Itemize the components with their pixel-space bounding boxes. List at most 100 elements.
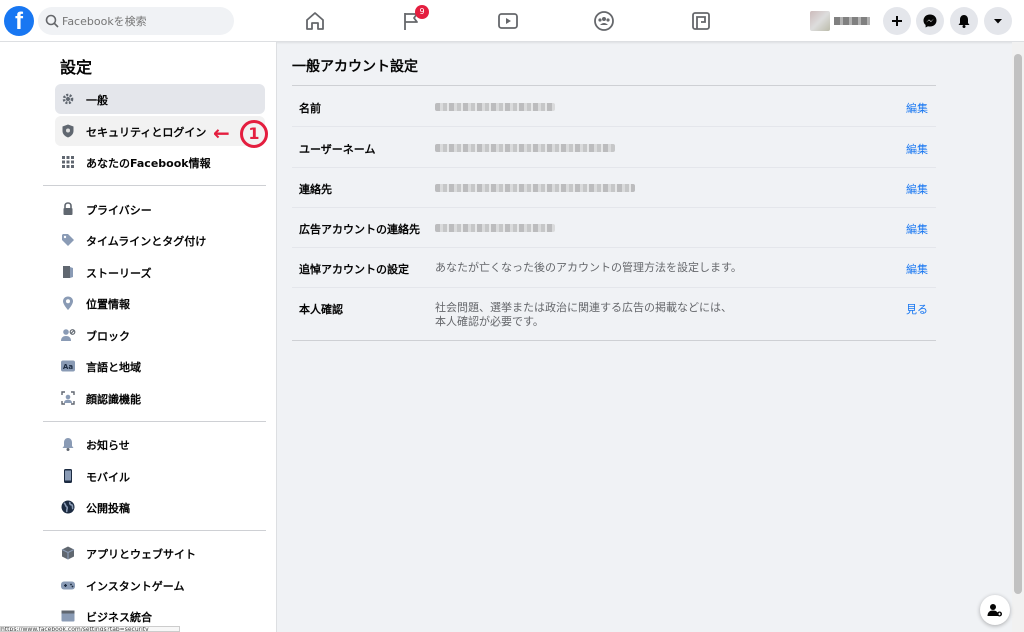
annotation-step-number: 1 [240, 120, 268, 148]
top-navigation-bar: f 9 [0, 0, 1024, 42]
sidebar-item-label: お知らせ [86, 439, 130, 452]
grid-icon [62, 156, 74, 168]
block-user-icon [61, 329, 76, 341]
sidebar-item-privacy[interactable]: プライバシー [55, 194, 265, 224]
settings-row-username[interactable]: ユーザーネーム 編集 [292, 127, 936, 167]
settings-row-memorialization[interactable]: 追悼アカウントの設定 あなたが亡くなった後のアカウントの管理方法を設定します。 … [292, 247, 936, 287]
row-value: あなたが亡くなった後のアカウントの管理方法を設定します。 [435, 261, 742, 274]
search-box[interactable] [38, 7, 234, 35]
language-icon: Aa [61, 360, 75, 372]
page-title: 一般アカウント設定 [292, 59, 418, 75]
section-bottom-divider [292, 340, 936, 341]
sidebar-divider [43, 421, 266, 422]
messenger-button[interactable] [916, 7, 944, 35]
gear-icon [62, 93, 74, 105]
edit-link[interactable]: 編集 [906, 181, 928, 197]
plus-icon [892, 16, 902, 26]
sidebar-item-label: 一般 [86, 94, 108, 107]
sidebar-item-label: ストーリーズ [86, 267, 152, 280]
redacted-value [435, 144, 615, 152]
settings-sidebar: 設定 一般 セキュリティとログイン あなたのFacebook情報 プライバシー … [0, 42, 277, 632]
row-label: 追悼アカウントの設定 [299, 263, 409, 276]
svg-text:Aa: Aa [63, 363, 73, 371]
avatar [810, 11, 830, 31]
sidebar-item-face-recognition[interactable]: 顔認識機能 [55, 383, 265, 413]
game-controller-icon [61, 581, 75, 590]
sidebar-item-language-region[interactable]: Aa 言語と地域 [55, 351, 265, 381]
messenger-icon [923, 14, 937, 28]
profile-name-redacted [834, 17, 870, 25]
sidebar-item-label: セキュリティとログイン [86, 126, 207, 139]
settings-row-identity-confirmation[interactable]: 本人確認 社会問題、選挙または政治に関連する広告の掲載などには、本人確認が必要で… [292, 287, 936, 339]
search-icon [45, 14, 59, 28]
home-icon[interactable] [302, 8, 328, 34]
scrollbar-thumb[interactable] [1014, 54, 1022, 594]
annotation-arrow: ← [213, 121, 230, 145]
redacted-value [435, 184, 635, 192]
sidebar-item-label: あなたのFacebook情報 [86, 157, 211, 170]
sidebar-item-stories[interactable]: ストーリーズ [55, 257, 265, 287]
tag-icon [62, 234, 74, 246]
notification-badge: 9 [415, 5, 429, 19]
sidebar-item-notifications[interactable]: お知らせ [55, 429, 265, 459]
sidebar-item-label: 公開投稿 [86, 502, 130, 515]
settings-row-name[interactable]: 名前 編集 [292, 86, 936, 126]
settings-row-contact[interactable]: 連絡先 編集 [292, 167, 936, 207]
account-menu-button[interactable] [984, 7, 1012, 35]
sidebar-item-your-info[interactable]: あなたのFacebook情報 [55, 147, 265, 177]
row-label: 本人確認 [299, 303, 343, 316]
view-link[interactable]: 見る [906, 301, 928, 317]
sidebar-item-blocking[interactable]: ブロック [55, 320, 265, 350]
business-window-icon [61, 610, 75, 622]
location-pin-icon [63, 296, 73, 310]
lock-icon [63, 202, 73, 215]
bell-icon [958, 15, 970, 28]
redacted-value [435, 224, 555, 232]
status-bar-url: https://www.facebook.com/settings?tab=se… [0, 626, 180, 632]
settings-row-ad-account-contact[interactable]: 広告アカウントの連絡先 編集 [292, 207, 936, 247]
sidebar-item-label: アプリとウェブサイト [86, 548, 196, 561]
sidebar-item-general[interactable]: 一般 [55, 84, 265, 114]
edit-link[interactable]: 編集 [906, 141, 928, 157]
sidebar-item-instant-games[interactable]: インスタントゲーム [55, 570, 265, 600]
edit-link[interactable]: 編集 [906, 100, 928, 116]
book-icon [63, 266, 73, 278]
sidebar-item-security[interactable]: セキュリティとログイン [55, 116, 265, 146]
edit-link[interactable]: 編集 [906, 261, 928, 277]
new-message-button[interactable] [980, 595, 1010, 625]
sidebar-item-location[interactable]: 位置情報 [55, 288, 265, 318]
redacted-value [435, 103, 555, 111]
row-label: 名前 [299, 102, 321, 115]
sidebar-divider [43, 530, 266, 531]
sidebar-item-label: ブロック [86, 330, 130, 343]
sidebar-item-label: タイムラインとタグ付け [86, 235, 207, 248]
sidebar-item-label: プライバシー [86, 204, 152, 217]
sidebar-item-label: 位置情報 [86, 298, 130, 311]
sidebar-item-public-posts[interactable]: 公開投稿 [55, 492, 265, 522]
row-value: 社会問題、選挙または政治に関連する広告の掲載などには、本人確認が必要です。 [435, 301, 732, 328]
shield-icon [62, 124, 74, 138]
sidebar-item-apps-websites[interactable]: アプリとウェブサイト [55, 538, 265, 568]
sidebar-title: 設定 [60, 58, 93, 77]
sidebar-item-label: 顔認識機能 [86, 393, 141, 406]
search-input[interactable] [62, 12, 222, 30]
groups-icon[interactable] [591, 8, 617, 34]
edit-link[interactable]: 編集 [906, 221, 928, 237]
sidebar-item-timeline-tagging[interactable]: タイムラインとタグ付け [55, 225, 265, 255]
caret-down-icon [994, 19, 1002, 24]
sidebar-item-label: モバイル [86, 471, 130, 484]
create-button[interactable] [883, 7, 911, 35]
watch-icon[interactable] [495, 8, 521, 34]
globe-icon [61, 500, 75, 514]
row-label: ユーザーネーム [299, 143, 376, 156]
sidebar-divider [43, 185, 266, 186]
face-recognition-icon [61, 391, 75, 405]
sidebar-item-label: ビジネス統合 [86, 611, 152, 624]
facebook-logo[interactable]: f [4, 6, 34, 36]
sidebar-item-mobile[interactable]: モバイル [55, 461, 265, 491]
cube-icon [61, 546, 75, 560]
row-label: 広告アカウントの連絡先 [299, 223, 420, 236]
gaming-icon[interactable] [688, 8, 714, 34]
page-scrollbar[interactable] [1012, 42, 1024, 632]
notifications-button[interactable] [950, 7, 978, 35]
